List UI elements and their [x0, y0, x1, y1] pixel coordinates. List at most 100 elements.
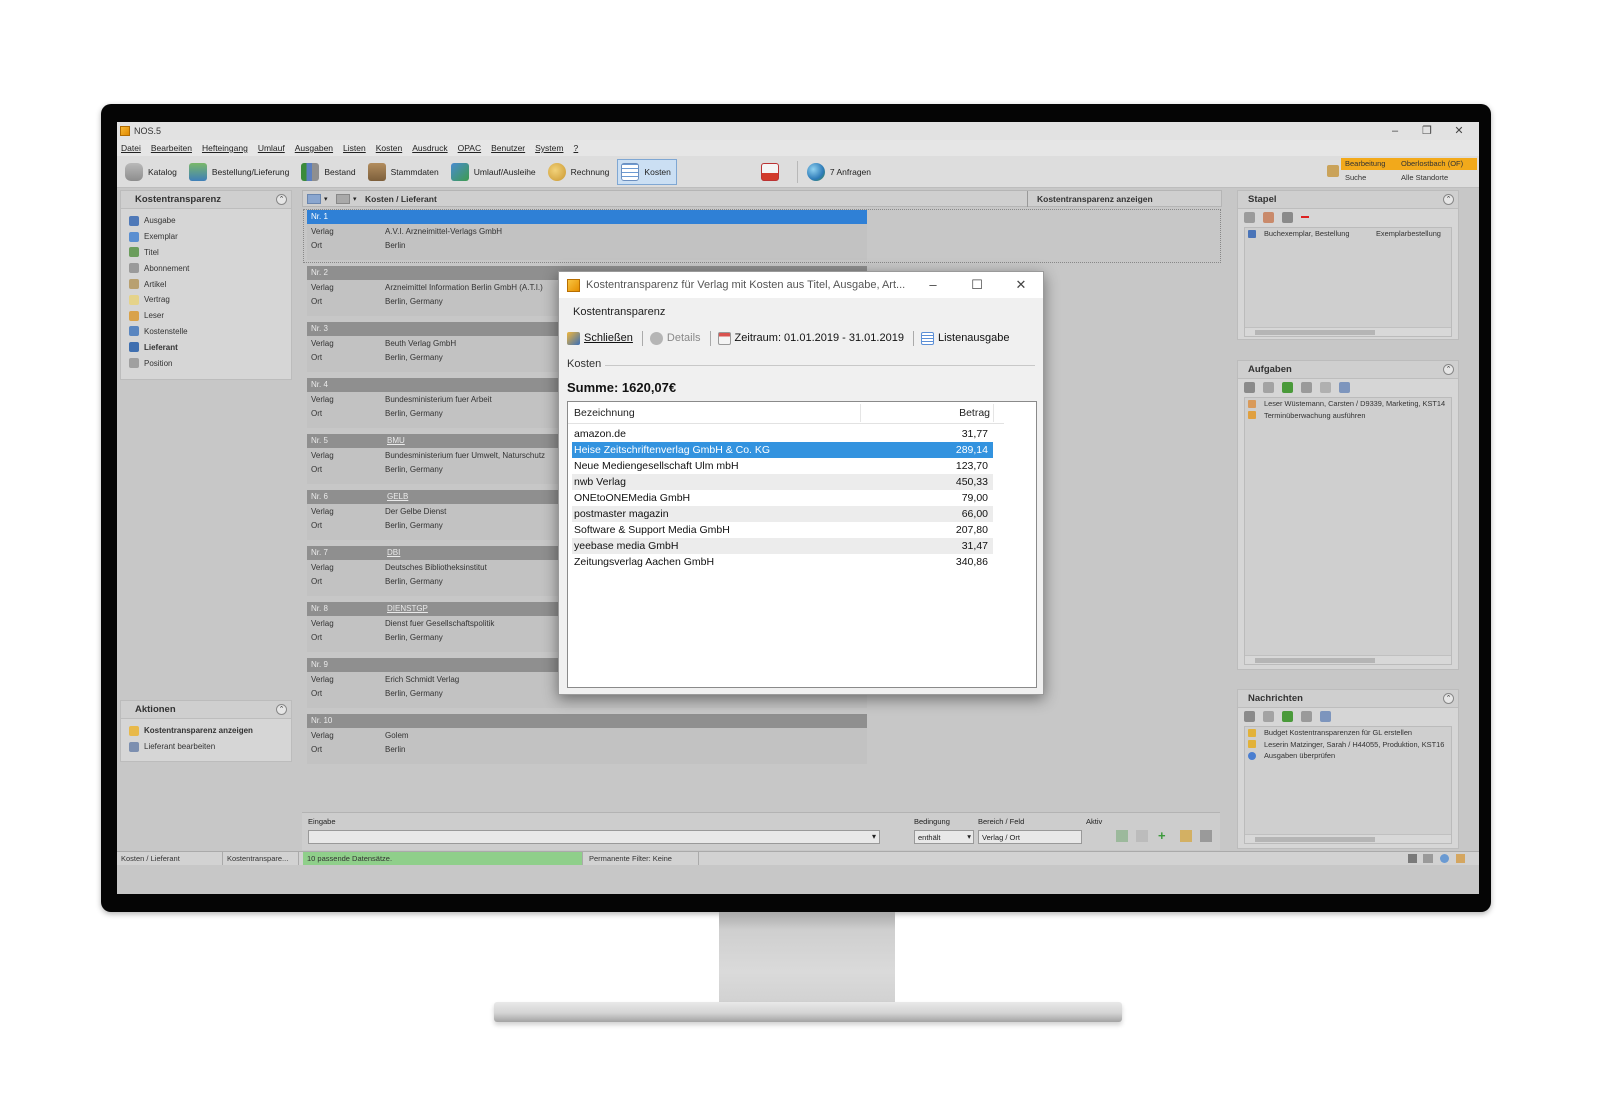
nav-item-exemplar[interactable]: Exemplar	[121, 229, 291, 245]
column-header-bezeichnung[interactable]: Bezeichnung	[574, 407, 635, 419]
bereich-select[interactable]: Verlag / Ort	[978, 830, 1082, 844]
nav-item-lieferant[interactable]: Lieferant	[121, 339, 291, 355]
rechnung-button[interactable]: Rechnung	[544, 159, 616, 185]
table-row[interactable]: yeebase media GmbH 31,47	[572, 538, 993, 554]
katalog-button[interactable]: Katalog	[121, 159, 183, 185]
kosten-button[interactable]: Kosten	[617, 158, 677, 185]
minimize-icon[interactable]: –	[913, 272, 953, 298]
bestellung-button[interactable]: Bestellung/Lieferung	[185, 159, 296, 185]
table-row[interactable]: ONEtoONEMedia GmbH 79,00	[572, 490, 993, 506]
view-toggle-icon[interactable]	[307, 193, 321, 204]
edit-icon[interactable]	[1244, 381, 1255, 393]
anfragen-button[interactable]: 7 Anfragen	[803, 159, 877, 185]
table-row[interactable]: amazon.de 31,77	[572, 426, 993, 442]
nav-item-ausgabe[interactable]: Ausgabe	[121, 213, 291, 229]
forward-icon[interactable]	[1320, 381, 1331, 393]
action-lieferant-bearbeiten[interactable]: Lieferant bearbeiten	[121, 739, 291, 755]
stammdaten-button[interactable]: Stammdaten	[364, 159, 445, 185]
calendar-icon[interactable]	[1339, 381, 1350, 393]
center-header-action[interactable]: Kostentransparenz anzeigen	[1031, 194, 1153, 204]
close-icon[interactable]: ✕	[1001, 272, 1041, 298]
filter-edit-icon[interactable]	[1200, 830, 1212, 842]
menu-umlauf[interactable]: Umlauf	[258, 143, 285, 153]
scrollbar-thumb[interactable]	[1255, 330, 1375, 335]
new-icon[interactable]	[1263, 710, 1274, 722]
table-row[interactable]: Heise Zeitschriftenverlag GmbH & Co. KG 2…	[572, 442, 993, 458]
record-card[interactable]: Nr. 10 Verlag Golem Ort Berlin	[307, 714, 867, 764]
view-icon[interactable]	[1301, 710, 1312, 722]
details-button[interactable]: Details	[649, 331, 701, 345]
umlauf-ausleihe-button[interactable]: Umlauf/Ausleihe	[447, 159, 542, 185]
nav-item-artikel[interactable]: Artikel	[121, 276, 291, 292]
menu-ausgaben[interactable]: Ausgaben	[295, 143, 333, 153]
eingabe-input[interactable]: ▾	[308, 830, 880, 844]
print-icon[interactable]	[1244, 211, 1255, 223]
new-icon[interactable]	[1263, 381, 1274, 393]
nav-item-leser[interactable]: Leser	[121, 308, 291, 324]
folder-icon[interactable]	[1263, 211, 1274, 223]
view-icon[interactable]	[1301, 381, 1312, 393]
listenausgabe-button[interactable]: Listenausgabe	[920, 331, 1010, 345]
filter-save-icon[interactable]	[1180, 830, 1192, 842]
bestand-button[interactable]: Bestand	[297, 159, 361, 185]
edit-icon[interactable]	[1244, 710, 1255, 722]
table-row[interactable]: postmaster magazin 66,00	[572, 506, 993, 522]
collapse-icon[interactable]: ⌃	[1443, 194, 1454, 205]
table-row[interactable]: Zeitungsverlag Aachen GmbH 340,86	[572, 554, 993, 570]
check-icon[interactable]	[1282, 710, 1293, 722]
nav-item-abonnement[interactable]: Abonnement	[121, 260, 291, 276]
filter-apply-icon[interactable]	[1116, 830, 1128, 842]
pdf-button[interactable]	[757, 159, 790, 185]
column-header-betrag[interactable]: Betrag	[959, 407, 990, 419]
record-card[interactable]: Nr. 1 Verlag A.V.I. Arzneimittel-Verlags …	[307, 210, 867, 260]
close-icon[interactable]: ✕	[1443, 122, 1475, 140]
menu-benutzer[interactable]: Benutzer	[491, 143, 525, 153]
location-selector[interactable]: Bearbeitung Oberlostbach (OF) Suche Alle…	[1327, 158, 1477, 186]
collapse-icon[interactable]: ⌃	[1443, 364, 1454, 375]
bedingung-select[interactable]: enthält ▾	[914, 830, 974, 844]
remove-icon[interactable]	[1301, 216, 1309, 218]
menu-kosten[interactable]: Kosten	[376, 143, 402, 153]
menu-listen[interactable]: Listen	[343, 143, 366, 153]
menu-system[interactable]: System	[535, 143, 563, 153]
list-item[interactable]: Leserin Matzinger, Sarah / H44055, Produ…	[1245, 739, 1451, 751]
maximize-icon[interactable]: ☐	[957, 272, 997, 298]
list-item[interactable]: Leser Wüstemann, Carsten / D9339, Market…	[1245, 398, 1451, 410]
menu-opac[interactable]: OPAC	[458, 143, 481, 153]
add-icon[interactable]: +	[1158, 828, 1166, 843]
layout-icon[interactable]	[336, 193, 350, 204]
restore-icon[interactable]: ❐	[1411, 122, 1443, 140]
collapse-icon[interactable]: ⌃	[1443, 693, 1454, 704]
table-row[interactable]: Neue Mediengesellschaft Ulm mbH 123,70	[572, 458, 993, 474]
lock-icon[interactable]	[1456, 854, 1465, 863]
scrollbar-thumb[interactable]	[1255, 837, 1375, 842]
horizontal-scrollbar[interactable]	[1245, 327, 1451, 336]
nav-item-vertrag[interactable]: Vertrag	[121, 292, 291, 308]
table-row[interactable]: nwb Verlag 450,33	[572, 474, 993, 490]
menu-bearbeiten[interactable]: Bearbeiten	[151, 143, 192, 153]
collapse-icon[interactable]: ⌃	[276, 194, 287, 205]
menu-datei[interactable]: Datei	[121, 143, 141, 153]
filter-clear-icon[interactable]	[1136, 830, 1148, 842]
collapse-icon[interactable]: ⌃	[276, 704, 287, 715]
menu-help[interactable]: ?	[573, 143, 578, 153]
globe-icon[interactable]	[1440, 854, 1449, 863]
horizontal-scrollbar[interactable]	[1245, 834, 1451, 843]
zeitraum-button[interactable]: Zeitraum: 01.01.2019 - 31.01.2019	[717, 331, 904, 345]
menu-hefteingang[interactable]: Hefteingang	[202, 143, 248, 153]
schliessen-button[interactable]: Schließen	[567, 331, 633, 345]
edit-icon[interactable]	[1282, 211, 1293, 223]
nav-item-position[interactable]: Position	[121, 355, 291, 371]
nav-item-titel[interactable]: Titel	[121, 245, 291, 261]
list-item[interactable]: Terminüberwachung ausführen	[1245, 410, 1451, 422]
calendar-icon[interactable]	[1320, 710, 1331, 722]
list-item[interactable]: Budget Kostentransparenzen für GL erstel…	[1245, 727, 1451, 739]
action-kostentransparenz-anzeigen[interactable]: Kostentransparenz anzeigen	[121, 723, 291, 739]
horizontal-scrollbar[interactable]	[1245, 655, 1451, 664]
mail-icon[interactable]	[1423, 854, 1433, 863]
menu-ausdruck[interactable]: Ausdruck	[412, 143, 447, 153]
nav-item-kostenstelle[interactable]: Kostenstelle	[121, 324, 291, 340]
user-icon[interactable]	[1408, 854, 1417, 863]
check-icon[interactable]	[1282, 381, 1293, 393]
chevron-down-icon[interactable]: ▾	[324, 195, 330, 203]
